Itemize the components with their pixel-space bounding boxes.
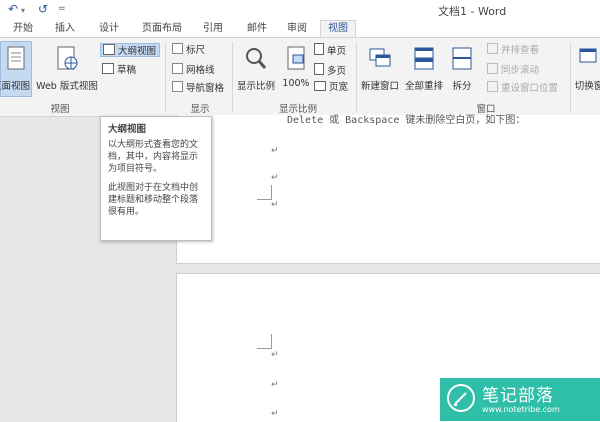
zoom-100-icon bbox=[287, 46, 305, 70]
tooltip-paragraph: 此视图对于在文档中创建标题和移动整个段落很有用。 bbox=[108, 183, 199, 217]
ruler-checkbox[interactable]: 标尺 bbox=[172, 43, 205, 57]
draft-icon bbox=[102, 63, 114, 74]
print-layout-button[interactable]: 页面视图 bbox=[0, 41, 32, 97]
ribbon: 页面视图 Web 版式视图 大纲视图 草稿 视图 标尺 网格线 导航窗格 显示 … bbox=[0, 37, 600, 117]
magnifier-icon bbox=[246, 48, 267, 69]
separator bbox=[570, 42, 571, 112]
page-width-icon bbox=[314, 81, 326, 91]
group-label-views: 视图 bbox=[50, 104, 70, 115]
watermark-name: 笔记部落 bbox=[482, 386, 554, 406]
separator bbox=[356, 42, 357, 112]
tab-insert[interactable]: 插入 bbox=[52, 22, 78, 38]
outline-view-tooltip: 大纲视图 以大纲形式查看您的文档，其中，内容将显示为项目符号。 此视图对于在文档… bbox=[100, 116, 212, 241]
watermark: 笔记部落 www.notetribe.com bbox=[440, 378, 600, 421]
switch-windows-button[interactable]: 切换窗 bbox=[574, 42, 600, 92]
draft-view-button[interactable]: 草稿 bbox=[102, 63, 136, 77]
page-icon bbox=[7, 46, 25, 70]
dropdown-arrow-icon[interactable]: ▾ bbox=[21, 6, 25, 15]
ribbon-tabs: 开始 插入 设计 页面布局 引用 邮件 审阅 bbox=[0, 20, 600, 38]
checkbox-icon bbox=[172, 43, 183, 54]
gridlines-checkbox[interactable]: 网格线 bbox=[172, 63, 215, 77]
multi-page-button[interactable]: 多页 bbox=[314, 63, 346, 77]
zoom-100-label: 100% bbox=[282, 78, 310, 89]
undo-icon[interactable]: ↶ bbox=[8, 2, 18, 16]
tab-home[interactable]: 开始 bbox=[10, 22, 36, 38]
reset-position-button[interactable]: 重设窗口位置 bbox=[487, 81, 558, 95]
one-page-button[interactable]: 单页 bbox=[314, 43, 346, 57]
paragraph-mark: ↵ bbox=[271, 380, 279, 390]
document-page[interactable]: Delete 或 Backspace 键未删除空白页，如下图： ↵ ↵ ↵ · bbox=[176, 115, 600, 264]
tooltip-title: 大纲视图 bbox=[108, 124, 147, 135]
tab-mailings[interactable]: 邮件 bbox=[244, 22, 270, 38]
redo-icon[interactable]: ↺ bbox=[38, 2, 48, 16]
title-bar: ↶ ▾ ↺ = 文档1 - Word bbox=[0, 0, 600, 20]
web-page-icon bbox=[57, 46, 78, 70]
split-button[interactable]: 拆分 bbox=[450, 42, 474, 92]
arrange-all-label: 全部重排 bbox=[404, 81, 443, 92]
page-width-button[interactable]: 页宽 bbox=[314, 81, 348, 95]
sync-scroll-button[interactable]: 同步滚动 bbox=[487, 63, 539, 77]
reset-position-label: 重设窗口位置 bbox=[501, 83, 559, 94]
multi-page-icon bbox=[314, 63, 324, 75]
zoom-button[interactable]: 显示比例 bbox=[236, 42, 276, 92]
outline-view-label: 大纲视图 bbox=[118, 46, 157, 57]
tab-references[interactable]: 引用 bbox=[200, 22, 226, 38]
sync-scroll-icon bbox=[487, 63, 498, 74]
side-by-side-icon bbox=[487, 43, 498, 54]
draft-view-label: 草稿 bbox=[117, 65, 137, 76]
web-layout-button[interactable]: Web 版式视图 bbox=[36, 42, 98, 92]
dot-mark: · bbox=[495, 187, 497, 194]
pen-icon bbox=[454, 392, 467, 406]
multi-page-label: 多页 bbox=[327, 66, 347, 77]
sync-scroll-label: 同步滚动 bbox=[501, 65, 540, 76]
separator bbox=[232, 42, 233, 112]
group-label-show: 显示 bbox=[190, 104, 210, 115]
outline-view-button[interactable]: 大纲视图 bbox=[100, 43, 160, 57]
nav-pane-label: 导航窗格 bbox=[186, 83, 225, 94]
tab-view[interactable]: 视图 bbox=[320, 20, 356, 38]
arrange-all-icon bbox=[414, 47, 434, 70]
gridlines-label: 网格线 bbox=[186, 65, 215, 76]
paragraph-mark: ↵ bbox=[271, 200, 279, 210]
new-window-icon bbox=[369, 48, 391, 67]
reset-position-icon bbox=[487, 81, 498, 92]
page-corner-mark bbox=[257, 334, 272, 349]
window-title: 文档1 - Word bbox=[438, 5, 507, 18]
web-layout-label: Web 版式视图 bbox=[36, 81, 98, 92]
page-width-label: 页宽 bbox=[329, 82, 349, 93]
one-page-icon bbox=[314, 43, 324, 55]
paragraph-mark: ↵ bbox=[271, 409, 279, 419]
outline-icon bbox=[103, 44, 115, 55]
nav-pane-checkbox[interactable]: 导航窗格 bbox=[172, 81, 224, 95]
paragraph-mark: ↵ bbox=[271, 173, 279, 183]
zoom-100-button[interactable]: 100% bbox=[282, 42, 310, 89]
checkbox-icon bbox=[172, 81, 183, 92]
separator bbox=[165, 42, 166, 112]
document-text-line: Delete 或 Backspace 键未删除空白页，如下图： bbox=[287, 115, 526, 126]
page-corner-mark bbox=[257, 185, 272, 200]
switch-windows-label: 切换窗 bbox=[574, 81, 600, 92]
split-icon bbox=[452, 47, 472, 70]
side-by-side-button[interactable]: 并排查看 bbox=[487, 43, 539, 57]
new-window-label: 新建窗口 bbox=[360, 81, 399, 92]
watermark-url: www.notetribe.com bbox=[482, 405, 560, 414]
pen-logo-icon bbox=[447, 384, 475, 412]
ruler-label: 标尺 bbox=[186, 45, 206, 56]
customize-qat-icon[interactable]: = bbox=[58, 4, 66, 14]
checkbox-icon bbox=[172, 63, 183, 74]
tab-design[interactable]: 设计 bbox=[96, 22, 122, 38]
split-label: 拆分 bbox=[452, 81, 472, 92]
tab-page-layout[interactable]: 页面布局 bbox=[138, 22, 186, 38]
paragraph-mark: ↵ bbox=[271, 146, 279, 156]
arrange-all-button[interactable]: 全部重排 bbox=[404, 42, 444, 92]
paragraph-mark: ↵ bbox=[271, 350, 279, 360]
tooltip-paragraph: 以大纲形式查看您的文档，其中，内容将显示为项目符号。 bbox=[108, 140, 199, 174]
side-by-side-label: 并排查看 bbox=[501, 45, 540, 56]
zoom-label: 显示比例 bbox=[236, 81, 275, 92]
tab-review[interactable]: 审阅 bbox=[284, 22, 310, 38]
new-window-button[interactable]: 新建窗口 bbox=[360, 42, 400, 92]
switch-windows-icon bbox=[579, 48, 597, 63]
print-layout-label: 页面视图 bbox=[0, 81, 30, 92]
one-page-label: 单页 bbox=[327, 46, 347, 57]
